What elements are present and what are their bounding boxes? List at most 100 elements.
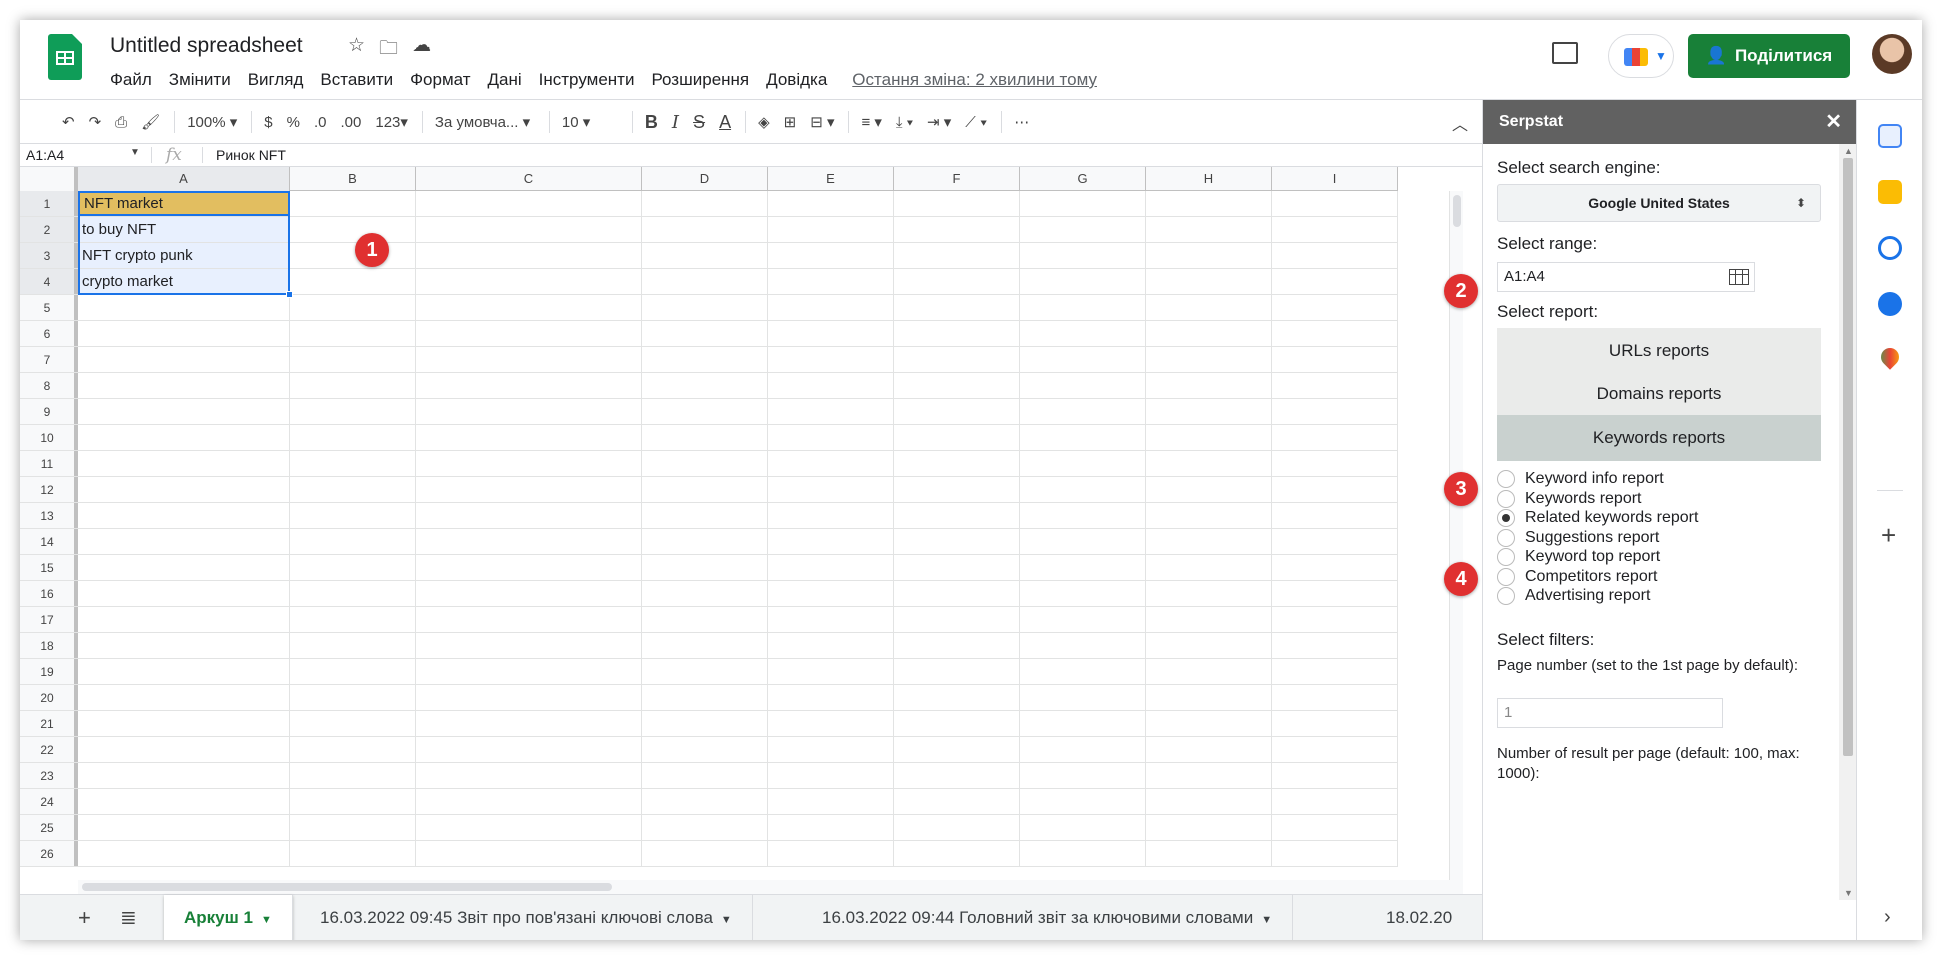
grid-cell[interactable] xyxy=(290,347,416,372)
grid-cell[interactable] xyxy=(768,321,894,346)
grid-cell[interactable] xyxy=(1146,737,1272,762)
grid-cell[interactable] xyxy=(894,711,1020,736)
sheet-tab-active[interactable]: Аркуш 1 ▼ xyxy=(164,895,293,940)
grid-cell[interactable] xyxy=(290,373,416,398)
radio-keyword-top[interactable]: Keyword top report xyxy=(1497,546,1660,568)
grid-cell[interactable] xyxy=(1146,555,1272,580)
grid-cell[interactable] xyxy=(290,711,416,736)
grid-cell[interactable] xyxy=(416,633,642,658)
grid-cell[interactable] xyxy=(768,425,894,450)
font-size-select[interactable]: 10 ▾ xyxy=(562,113,618,131)
text-color-button[interactable]: A xyxy=(719,112,731,133)
grid-cell[interactable] xyxy=(1146,763,1272,788)
grid-cell[interactable] xyxy=(1272,763,1398,788)
grid-cell[interactable] xyxy=(642,737,768,762)
grid-cell[interactable] xyxy=(768,217,894,242)
grid-cell[interactable] xyxy=(290,607,416,632)
grid-cell[interactable] xyxy=(416,581,642,606)
grid-cell[interactable] xyxy=(768,399,894,424)
grid-cell[interactable] xyxy=(768,659,894,684)
grid-cell[interactable] xyxy=(768,503,894,528)
grid-cell[interactable] xyxy=(894,815,1020,840)
row-header[interactable]: 26 xyxy=(20,841,78,866)
grid-cell[interactable] xyxy=(290,399,416,424)
more-icon[interactable]: ⋯ xyxy=(1014,113,1029,131)
radio-button[interactable] xyxy=(1497,529,1515,547)
grid-cell[interactable] xyxy=(642,529,768,554)
column-header-g[interactable]: G xyxy=(1020,167,1146,191)
search-engine-select[interactable]: Google United States ⬍ xyxy=(1497,184,1821,222)
row-header[interactable]: 18 xyxy=(20,633,78,658)
grid-cell[interactable] xyxy=(1146,789,1272,814)
grid-cell[interactable] xyxy=(416,737,642,762)
grid-cell[interactable] xyxy=(1272,685,1398,710)
grid-cell[interactable] xyxy=(1146,581,1272,606)
grid-cell[interactable] xyxy=(290,529,416,554)
grid-cell[interactable] xyxy=(416,373,642,398)
grid-cell[interactable] xyxy=(1272,737,1398,762)
chevron-down-icon[interactable]: ▼ xyxy=(130,147,140,158)
grid-cell[interactable] xyxy=(416,321,642,346)
radio-button[interactable] xyxy=(1497,490,1515,508)
grid-cell[interactable] xyxy=(290,243,416,268)
grid-cell[interactable] xyxy=(894,659,1020,684)
vertical-align-icon[interactable]: ⤓ ▾ xyxy=(896,114,913,131)
grid-cell[interactable] xyxy=(894,737,1020,762)
grid-cell[interactable] xyxy=(78,659,290,684)
grid-cell[interactable] xyxy=(1020,815,1146,840)
grid-cell[interactable] xyxy=(290,789,416,814)
grid-cell[interactable] xyxy=(1272,295,1398,320)
grid-cell[interactable] xyxy=(1146,399,1272,424)
scroll-up-icon[interactable]: ▲ xyxy=(1844,146,1853,156)
grid-cell[interactable] xyxy=(416,841,642,866)
row-header[interactable]: 17 xyxy=(20,607,78,632)
text-wrapping-icon[interactable]: ⇥ ▾ xyxy=(927,113,951,131)
grid-cell[interactable] xyxy=(1272,581,1398,606)
radio-button-checked[interactable] xyxy=(1497,509,1515,527)
grid-cell[interactable] xyxy=(416,763,642,788)
sheets-logo-icon[interactable] xyxy=(48,34,82,80)
grid-cell[interactable] xyxy=(642,659,768,684)
table-grid-icon[interactable] xyxy=(1729,269,1749,285)
paint-format-icon[interactable]: 🖌 xyxy=(141,113,160,131)
grid-cell[interactable] xyxy=(1146,529,1272,554)
grid-cell[interactable] xyxy=(78,685,290,710)
grid-cell[interactable] xyxy=(1020,503,1146,528)
grid-cell[interactable] xyxy=(78,503,290,528)
grid-cell[interactable] xyxy=(1146,659,1272,684)
row-header[interactable]: 24 xyxy=(20,789,78,814)
grid-cell[interactable] xyxy=(768,373,894,398)
grid-cell[interactable] xyxy=(1272,321,1398,346)
row-header[interactable]: 25 xyxy=(20,815,78,840)
grid-cell[interactable] xyxy=(894,347,1020,372)
grid-cell[interactable] xyxy=(894,841,1020,866)
grid-cell[interactable] xyxy=(894,581,1020,606)
column-header-b[interactable]: B xyxy=(290,167,416,191)
chevron-down-icon[interactable]: ▼ xyxy=(1261,914,1272,926)
grid-cell[interactable] xyxy=(78,789,290,814)
grid-cell[interactable] xyxy=(1146,711,1272,736)
grid-cell[interactable] xyxy=(290,763,416,788)
grid-cell[interactable] xyxy=(1146,451,1272,476)
name-box[interactable]: A1:A4 xyxy=(26,147,136,163)
radio-related-keywords[interactable]: Related keywords report xyxy=(1497,507,1698,529)
grid-cell[interactable] xyxy=(1146,295,1272,320)
grid-cell[interactable] xyxy=(290,477,416,502)
row-header[interactable]: 2 xyxy=(20,217,78,242)
grid-cell[interactable] xyxy=(416,451,642,476)
grid-cell[interactable] xyxy=(642,607,768,632)
grid-cell[interactable] xyxy=(768,607,894,632)
grid-cell[interactable] xyxy=(1020,659,1146,684)
scrollbar-thumb[interactable] xyxy=(1843,158,1853,756)
keywords-reports-button[interactable]: Keywords reports xyxy=(1497,415,1821,461)
grid-cell[interactable] xyxy=(1272,269,1398,294)
grid-cell[interactable] xyxy=(768,529,894,554)
domains-reports-button[interactable]: Domains reports xyxy=(1497,371,1821,417)
grid-cell[interactable] xyxy=(1020,191,1146,216)
grid-cell[interactable] xyxy=(290,425,416,450)
grid-cell[interactable] xyxy=(642,243,768,268)
grid-cell[interactable] xyxy=(78,477,290,502)
increase-decimal-button[interactable]: .00 xyxy=(341,114,362,131)
scrollbar-thumb[interactable] xyxy=(82,883,612,891)
grid-cell[interactable] xyxy=(416,815,642,840)
